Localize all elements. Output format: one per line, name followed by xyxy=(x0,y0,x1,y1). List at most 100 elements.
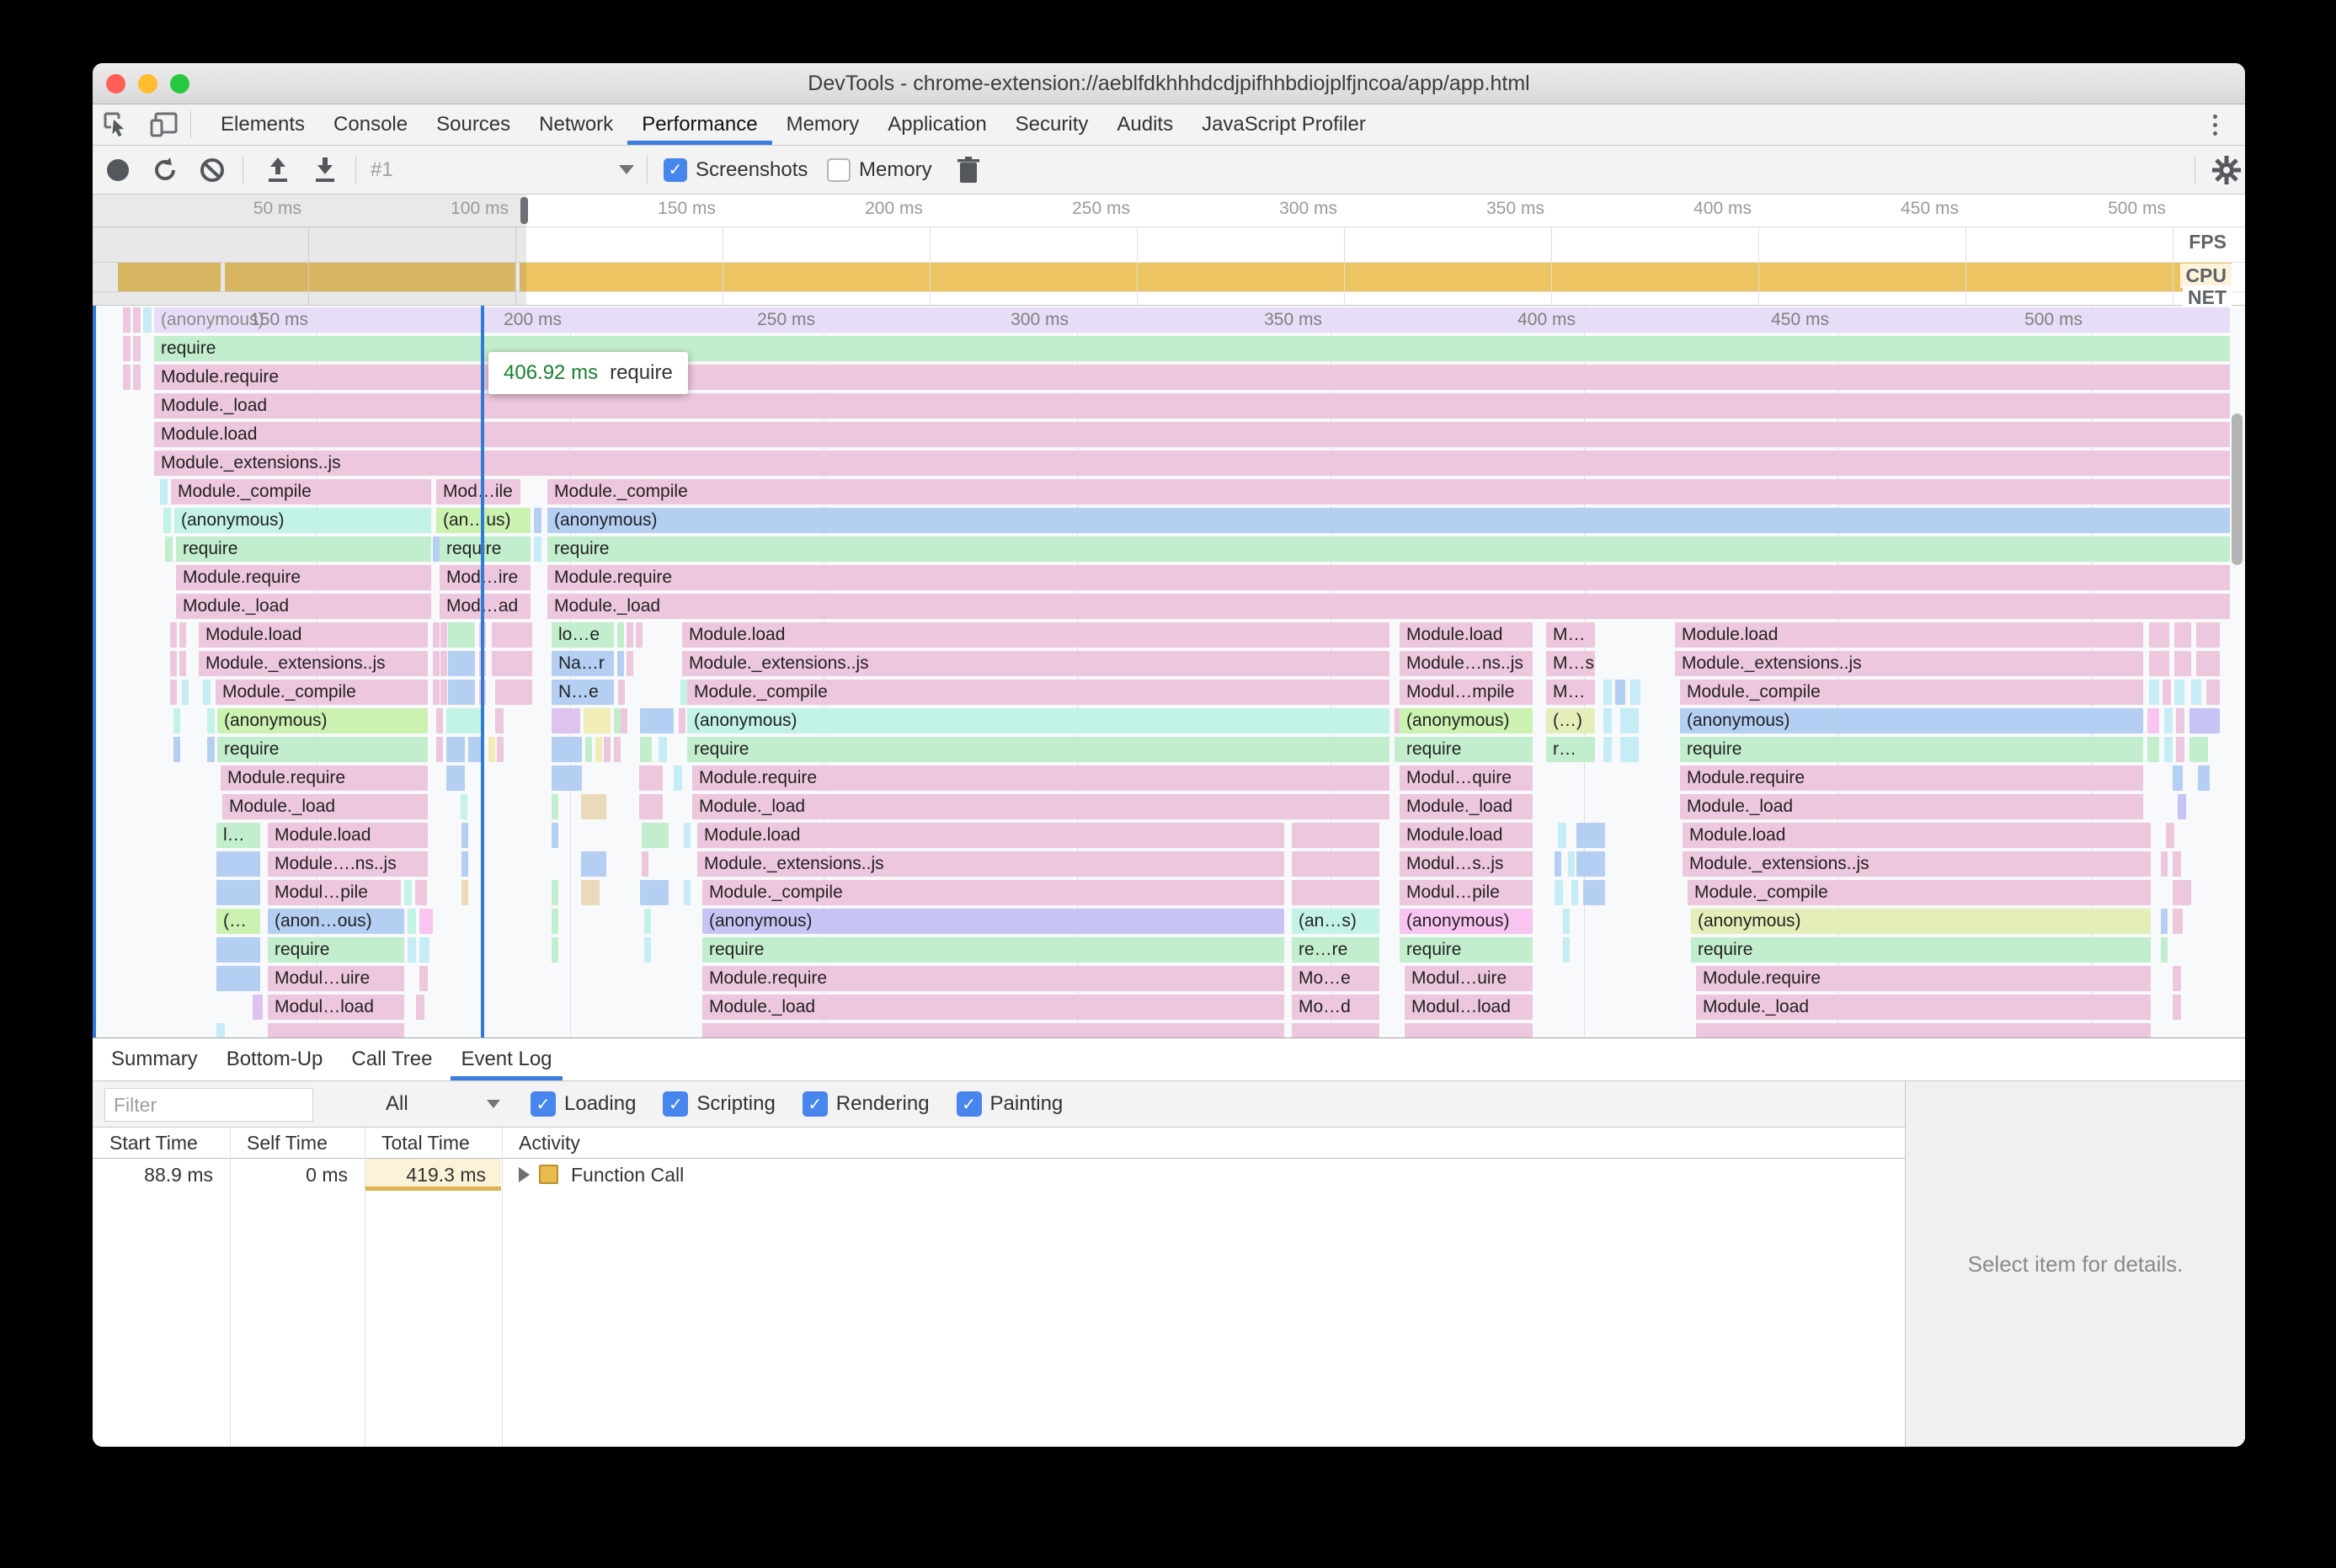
flame-bar-fragment[interactable] xyxy=(534,508,541,533)
flame-bar-fragment[interactable] xyxy=(2149,680,2159,705)
flame-bar-fragment[interactable] xyxy=(2147,737,2159,762)
flame-bar-require[interactable]: require xyxy=(1400,937,1533,963)
flame-bar-modul-uire[interactable]: Modul…uire xyxy=(268,966,404,991)
flame-bar-module-load[interactable]: Module.load xyxy=(682,622,1389,648)
record-button[interactable] xyxy=(103,146,133,194)
capture-dropdown-icon[interactable] xyxy=(616,146,637,194)
flame-bar-fragment[interactable] xyxy=(2198,765,2210,791)
flame-bar-fragment[interactable] xyxy=(552,823,558,848)
flame-bar-fragment[interactable] xyxy=(436,737,443,762)
flame-bar-module-load[interactable]: Module.load xyxy=(268,823,428,848)
flame-bar-fragment[interactable] xyxy=(448,680,475,705)
flame-bar-fragment[interactable] xyxy=(1620,737,1639,762)
flame-bar-module-compile[interactable]: Module._compile xyxy=(216,680,428,705)
clear-icon[interactable] xyxy=(195,146,229,194)
flame-bar-re-re[interactable]: re…re xyxy=(1292,937,1379,963)
tab-memory[interactable]: Memory xyxy=(772,104,874,145)
flame-bar--[interactable]: (… xyxy=(216,909,260,934)
flame-bar-fragment[interactable] xyxy=(2173,966,2181,991)
timeline-overview[interactable]: 50 ms 100 ms 150 ms 200 ms 250 ms 300 ms 350 m… xyxy=(93,195,2245,310)
flame-bar-fragment[interactable] xyxy=(179,622,186,648)
flame-bar-require[interactable]: require xyxy=(1680,737,2143,762)
flame-bar--anonymous-[interactable]: (anonymous) xyxy=(702,909,1284,934)
flame-bar-fragment[interactable] xyxy=(1405,1023,1533,1037)
flame-bar-fragment[interactable] xyxy=(1630,680,1640,705)
flame-bar-fragment[interactable] xyxy=(640,880,669,905)
chevron-down-icon[interactable] xyxy=(487,1100,500,1108)
flame-bar-fragment[interactable] xyxy=(702,1023,1284,1037)
column-header-self-time[interactable]: Self Time xyxy=(238,1128,328,1158)
flame-bar-fragment[interactable] xyxy=(216,937,260,963)
flame-bar--anonymous-[interactable]: (anonymous) xyxy=(217,708,428,733)
flame-bar-fragment[interactable] xyxy=(642,851,648,877)
tab-network[interactable]: Network xyxy=(525,104,627,145)
flame-bar-fragment[interactable] xyxy=(640,708,674,733)
flame-bar-module-extensions-js[interactable]: Module._extensions..js xyxy=(697,851,1284,877)
flame-bar-module-require[interactable]: Module.require xyxy=(547,565,2230,590)
flame-bar-fragment[interactable] xyxy=(461,880,468,905)
flame-bar-mo-d[interactable]: Mo…d xyxy=(1292,995,1379,1020)
flame-bar-fragment[interactable] xyxy=(674,765,682,791)
flame-bar-module-compile[interactable]: Module._compile xyxy=(171,479,431,504)
flame-bar-fragment[interactable] xyxy=(433,680,440,705)
flame-bar-fragment[interactable] xyxy=(492,622,532,648)
flame-bar-require[interactable]: require xyxy=(440,536,531,562)
flame-bar-fragment[interactable] xyxy=(2174,680,2184,705)
flame-bar-fragment[interactable] xyxy=(133,365,141,390)
details-tab-event-log[interactable]: Event Log xyxy=(451,1038,562,1080)
details-tab-summary[interactable]: Summary xyxy=(101,1038,208,1080)
flame-bar-fragment[interactable] xyxy=(492,651,532,676)
flame-bar-fragment[interactable] xyxy=(1292,1023,1379,1037)
flame-bar-fragment[interactable] xyxy=(2176,737,2184,762)
flame-bar-fragment[interactable] xyxy=(461,823,468,848)
flame-bar-fragment[interactable] xyxy=(2173,995,2181,1020)
flame-bar-module-load[interactable]: Module._load xyxy=(702,995,1284,1020)
flame-bar-fragment[interactable] xyxy=(436,708,443,733)
flame-bar--anonymous-[interactable]: (anonymous) xyxy=(1400,909,1533,934)
flame-bar-module-load[interactable]: Module._load xyxy=(154,393,2230,419)
flame-bar-fragment[interactable] xyxy=(2191,680,2201,705)
flame-bar-fragment[interactable] xyxy=(2149,651,2169,676)
flame-bar-fragment[interactable] xyxy=(1563,937,1570,963)
flame-bar-require[interactable]: require xyxy=(154,336,2230,361)
screenshots-checkbox[interactable]: ✓ Screenshots xyxy=(664,146,808,194)
flame-bar-fragment[interactable] xyxy=(461,794,467,819)
tab-performance[interactable]: Performance xyxy=(627,104,771,145)
rendering-checkbox[interactable]: ✓ Rendering xyxy=(802,1091,930,1117)
tab-application[interactable]: Application xyxy=(873,104,1000,145)
scripting-checkbox[interactable]: ✓ Scripting xyxy=(663,1091,776,1117)
flame-bar-fragment[interactable] xyxy=(640,737,652,762)
flame-bar-m-s[interactable]: M…s xyxy=(1546,651,1595,676)
flame-bar-module-load[interactable]: Module.load xyxy=(1400,823,1533,848)
flame-bar-module-load[interactable]: Module._load xyxy=(692,794,1389,819)
flame-bar-module-load[interactable]: Module._load xyxy=(1696,995,2151,1020)
flame-bar-fragment[interactable] xyxy=(2163,680,2171,705)
flame-bar-fragment[interactable] xyxy=(1571,880,1578,905)
flame-bar-require[interactable]: require xyxy=(547,536,2230,562)
flame-bar-fragment[interactable] xyxy=(1292,823,1379,848)
flame-bar-fragment[interactable] xyxy=(627,651,633,676)
flame-bar-modul-uire[interactable]: Modul…uire xyxy=(1405,966,1533,991)
flame-bar-fragment[interactable] xyxy=(2178,794,2186,819)
flame-bar-module-compile[interactable]: Module._compile xyxy=(1680,680,2143,705)
flame-bar-fragment[interactable] xyxy=(2173,765,2183,791)
flame-bar-fragment[interactable] xyxy=(1563,909,1570,934)
column-header-start-time[interactable]: Start Time xyxy=(101,1128,198,1158)
loading-checkbox[interactable]: ✓ Loading xyxy=(531,1091,636,1117)
flame-bar-module-compile[interactable]: Module._compile xyxy=(687,680,1389,705)
flame-bar-fragment[interactable] xyxy=(419,937,429,963)
flame-bar-fragment[interactable] xyxy=(2189,737,2208,762)
flame-bar-modul-pile[interactable]: Modul…pile xyxy=(1400,880,1533,905)
flame-bar-fragment[interactable] xyxy=(448,622,475,648)
event-log-row[interactable]: 88.9 ms 0 ms 419.3 ms Function Call xyxy=(93,1159,1905,1191)
flame-bar-mo-e[interactable]: Mo…e xyxy=(1292,966,1379,991)
flame-bar-module-require[interactable]: Module.require xyxy=(1696,966,2151,991)
flame-bar-lo-e[interactable]: lo…e xyxy=(552,622,614,648)
flame-bar-fragment[interactable] xyxy=(581,794,606,819)
flame-bar-fragment[interactable] xyxy=(440,622,447,648)
flame-bar-module-ns-js[interactable]: Module….ns..js xyxy=(268,851,428,877)
flame-bar-module-require[interactable]: Module.require xyxy=(176,565,431,590)
flame-bar-fragment[interactable] xyxy=(1292,880,1379,905)
flame-bar-require[interactable]: require xyxy=(702,937,1284,963)
flame-bar--anonymous-[interactable]: (anonymous) xyxy=(687,708,1389,733)
